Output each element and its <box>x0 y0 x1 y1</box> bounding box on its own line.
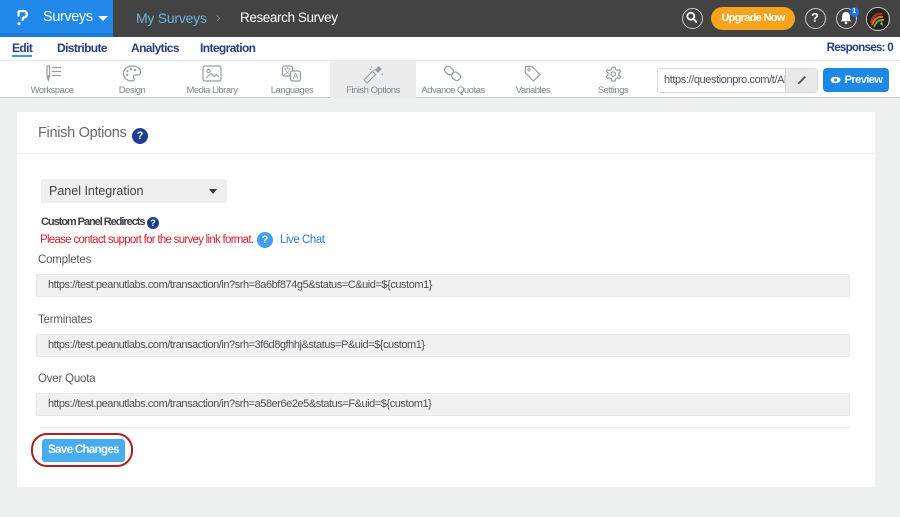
svg-text:A: A <box>293 71 299 81</box>
